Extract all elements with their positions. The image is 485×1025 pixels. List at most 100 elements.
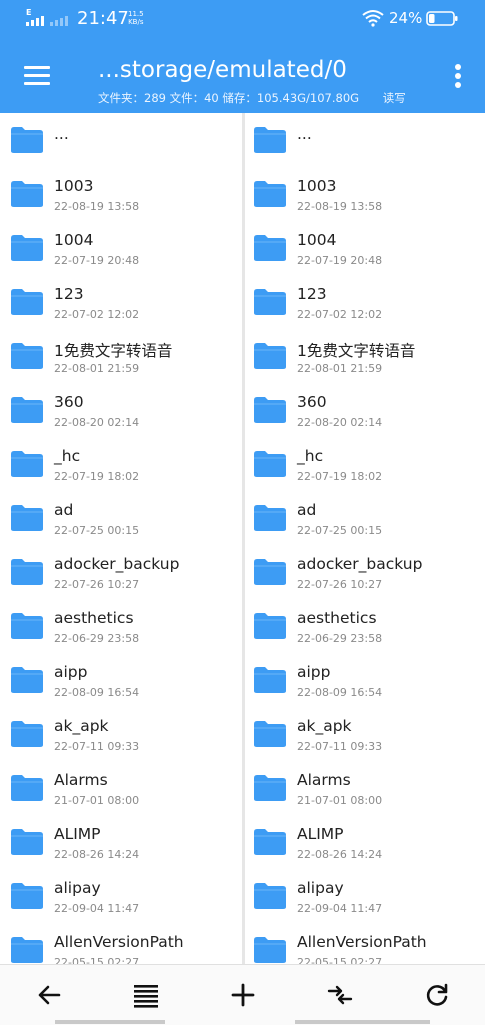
folder-name: 360 [297, 393, 327, 411]
folder-name: aesthetics [54, 609, 134, 627]
folder-item[interactable]: alipay 22-09-04 11:47 [0, 869, 242, 923]
signal-icon [26, 16, 68, 26]
status-bar: E 21:47 11.5 KB/s 24% [0, 0, 485, 38]
folder-date: 22-07-11 09:33 [297, 740, 383, 753]
folder-icon [11, 559, 43, 585]
folder-item[interactable]: ak_apk 22-07-11 09:33 [0, 707, 242, 761]
folder-icon [11, 289, 43, 315]
folder-icon [11, 181, 43, 207]
folder-item[interactable]: 1003 22-08-19 13:58 [0, 167, 242, 221]
folder-item[interactable]: ALIMP 22-08-26 14:24 [0, 815, 242, 869]
folder-name: 123 [297, 285, 327, 303]
folder-icon [11, 829, 43, 855]
folder-date: 22-06-29 23:58 [297, 632, 383, 645]
folder-item[interactable]: Alarms 21-07-01 08:00 [0, 761, 242, 815]
folder-date: 22-05-15 02:27 [297, 956, 383, 964]
folder-name: AllenVersionPath [297, 933, 427, 951]
folder-item[interactable]: 360 22-08-20 02:14 [0, 383, 242, 437]
folder-date: 22-07-02 12:02 [54, 308, 140, 321]
folder-date: 22-09-04 11:47 [54, 902, 140, 915]
folder-item[interactable]: 123 22-07-02 12:02 [245, 275, 485, 329]
folder-icon [254, 289, 286, 315]
top-header: E 21:47 11.5 KB/s 24% ...storage/emulate… [0, 0, 485, 113]
folder-item[interactable]: ak_apk 22-07-11 09:33 [245, 707, 485, 761]
folder-date: 22-08-26 14:24 [297, 848, 383, 861]
folder-date: 22-08-20 02:14 [297, 416, 383, 429]
folder-name: adocker_backup [54, 555, 180, 573]
folder-item[interactable]: 1004 22-07-19 20:48 [245, 221, 485, 275]
back-button[interactable] [0, 965, 97, 1025]
folder-icon [254, 181, 286, 207]
folder-name: aipp [54, 663, 88, 681]
folder-name: AllenVersionPath [54, 933, 184, 951]
parent-dir-item[interactable]: ... [0, 113, 242, 167]
folder-date: 22-07-19 18:02 [54, 470, 140, 483]
folder-item[interactable]: 1免费文字转语音 22-08-01 21:59 [0, 329, 242, 383]
folder-icon [254, 883, 286, 909]
parent-dir-item[interactable]: ... [245, 113, 485, 167]
folder-name: ... [297, 125, 312, 143]
right-pane[interactable]: ... 1003 22-08-19 13:58 1004 22-07-19 20:48 1… [245, 113, 485, 964]
network-speed-value: 11.5 [128, 10, 144, 18]
folder-name: ak_apk [297, 717, 352, 735]
folder-name: _hc [54, 447, 81, 465]
storage-stats: 文件夹：289 文件：40 储存：105.43G/107.80G 读写 [98, 90, 406, 106]
folder-icon [11, 937, 43, 963]
folder-item[interactable]: aipp 22-08-09 16:54 [245, 653, 485, 707]
folder-name: ... [54, 125, 69, 143]
folder-icon [254, 397, 286, 423]
folder-item[interactable]: ALIMP 22-08-26 14:24 [245, 815, 485, 869]
folder-icon [11, 775, 43, 801]
folder-item[interactable]: aesthetics 22-06-29 23:58 [0, 599, 242, 653]
swap-panes-button[interactable] [291, 965, 388, 1025]
menu-icon[interactable] [24, 66, 50, 86]
folder-item[interactable]: 1003 22-08-19 13:58 [245, 167, 485, 221]
refresh-button[interactable] [388, 965, 485, 1025]
folder-name: 360 [54, 393, 84, 411]
folder-name: ak_apk [54, 717, 109, 735]
network-speed: 11.5 KB/s [128, 10, 144, 26]
folder-icon [254, 127, 286, 153]
right-pane-scrollbar[interactable] [295, 1020, 430, 1024]
folder-item[interactable]: 1004 22-07-19 20:48 [0, 221, 242, 275]
folder-icon [254, 505, 286, 531]
left-pane-scrollbar[interactable] [55, 1020, 165, 1024]
folder-name: alipay [54, 879, 101, 897]
select-all-button[interactable] [97, 965, 194, 1025]
folder-name: 1免费文字转语音 [54, 342, 173, 360]
folder-icon [254, 721, 286, 747]
folder-item[interactable]: 123 22-07-02 12:02 [0, 275, 242, 329]
folder-item[interactable]: ad 22-07-25 00:15 [245, 491, 485, 545]
folder-name: ALIMP [297, 825, 344, 843]
folder-item[interactable]: adocker_backup 22-07-26 10:27 [245, 545, 485, 599]
folder-item[interactable]: AllenVersionPath 22-05-15 02:27 [245, 923, 485, 964]
folder-item[interactable]: 360 22-08-20 02:14 [245, 383, 485, 437]
folder-item[interactable]: _hc 22-07-19 18:02 [245, 437, 485, 491]
folder-date: 22-05-15 02:27 [54, 956, 140, 964]
more-icon[interactable] [452, 64, 464, 90]
folder-item[interactable]: ad 22-07-25 00:15 [0, 491, 242, 545]
folder-item[interactable]: adocker_backup 22-07-26 10:27 [0, 545, 242, 599]
folder-date: 22-07-02 12:02 [297, 308, 383, 321]
folder-date: 22-08-01 21:59 [297, 362, 383, 375]
folder-item[interactable]: aipp 22-08-09 16:54 [0, 653, 242, 707]
folder-date: 22-08-19 13:58 [54, 200, 140, 213]
folder-item[interactable]: aesthetics 22-06-29 23:58 [245, 599, 485, 653]
left-pane[interactable]: ... 1003 22-08-19 13:58 1004 22-07-19 20:48 1… [0, 113, 242, 964]
folder-name: aesthetics [297, 609, 377, 627]
select-all-icon [134, 985, 158, 1008]
folder-date: 22-07-19 20:48 [54, 254, 140, 267]
folder-date: 22-07-26 10:27 [54, 578, 140, 591]
folder-item[interactable]: AllenVersionPath 22-05-15 02:27 [0, 923, 242, 964]
folder-item[interactable]: Alarms 21-07-01 08:00 [245, 761, 485, 815]
battery-percent: 24% [389, 9, 423, 27]
refresh-icon [426, 983, 448, 1006]
folder-item[interactable]: _hc 22-07-19 18:02 [0, 437, 242, 491]
folder-item[interactable]: 1免费文字转语音 22-08-01 21:59 [245, 329, 485, 383]
folder-name: Alarms [297, 771, 351, 789]
add-button[interactable] [194, 965, 291, 1025]
folder-item[interactable]: alipay 22-09-04 11:47 [245, 869, 485, 923]
wifi-icon [362, 10, 384, 27]
folder-icon [11, 343, 43, 369]
folder-date: 22-07-19 20:48 [297, 254, 383, 267]
